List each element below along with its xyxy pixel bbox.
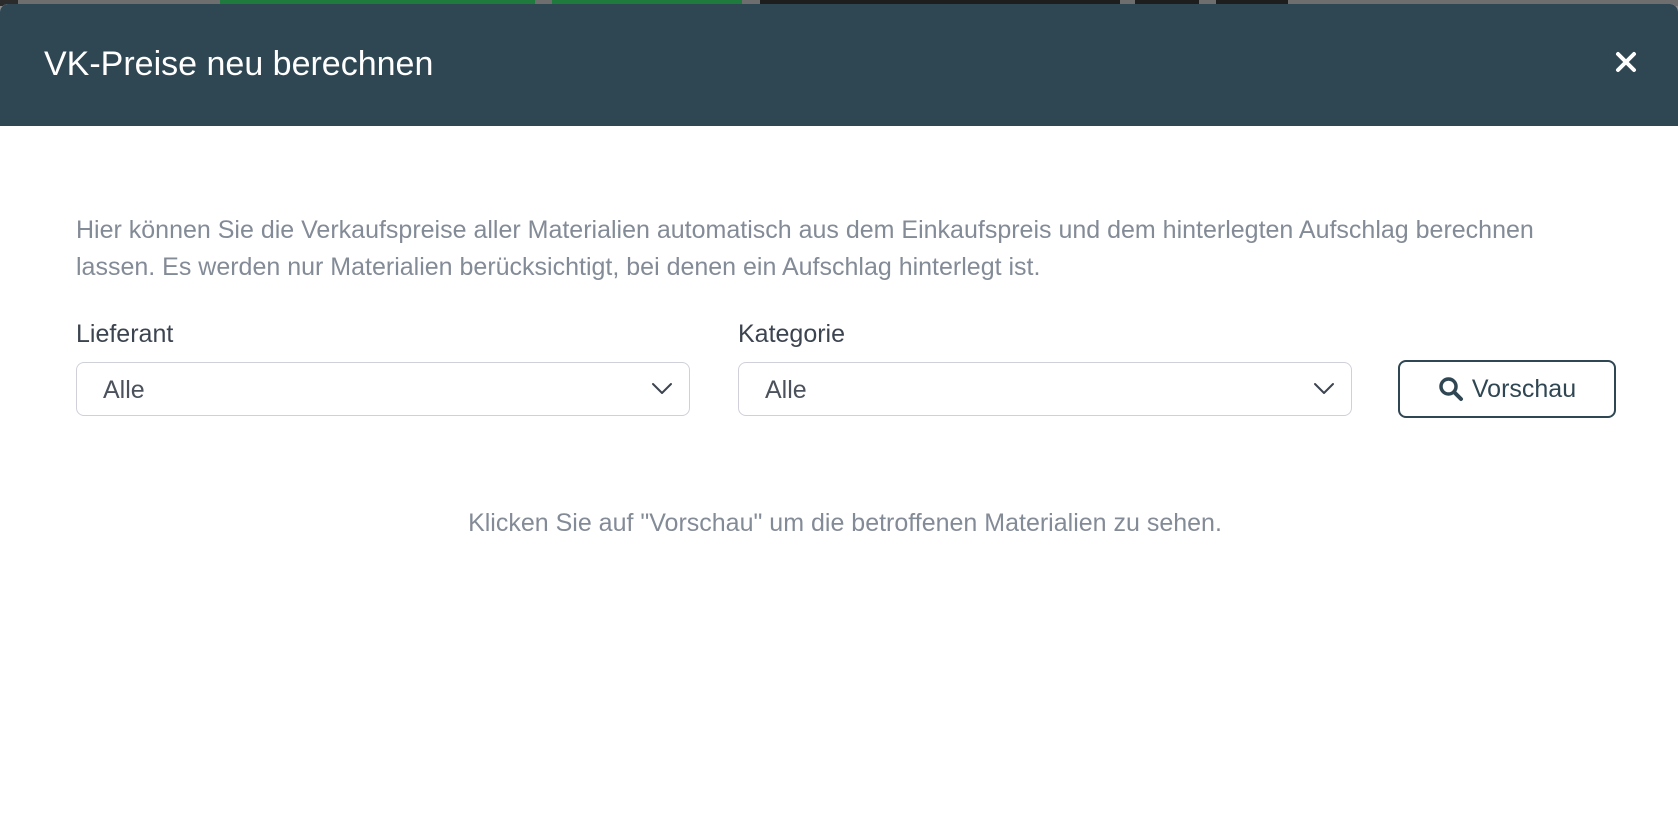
dialog-title: VK-Preise neu berechnen xyxy=(44,45,434,83)
recalculate-prices-dialog: VK-Preise neu berechnen Hier können Sie … xyxy=(0,4,1678,830)
preview-button[interactable]: Vorschau xyxy=(1398,360,1616,418)
supplier-label: Lieferant xyxy=(76,320,174,348)
supplier-select-value: Alle xyxy=(103,376,145,404)
close-icon xyxy=(1616,52,1636,72)
dialog-header: VK-Preise neu berechnen xyxy=(0,4,1678,126)
preview-hint-text: Klicken Sie auf "Vorschau" um die betrof… xyxy=(468,509,1222,537)
category-select[interactable]: Alle xyxy=(738,362,1352,416)
search-icon xyxy=(1439,377,1463,401)
intro-text: Hier können Sie die Verkaufspreise aller… xyxy=(76,216,1534,281)
supplier-select[interactable]: Alle xyxy=(76,362,690,416)
close-button[interactable] xyxy=(1604,40,1648,84)
category-label: Kategorie xyxy=(738,320,846,348)
category-select-value: Alle xyxy=(765,376,807,404)
chevron-down-icon xyxy=(1314,383,1334,394)
chevron-down-icon xyxy=(652,383,672,394)
preview-button-label: Vorschau xyxy=(1471,374,1577,403)
